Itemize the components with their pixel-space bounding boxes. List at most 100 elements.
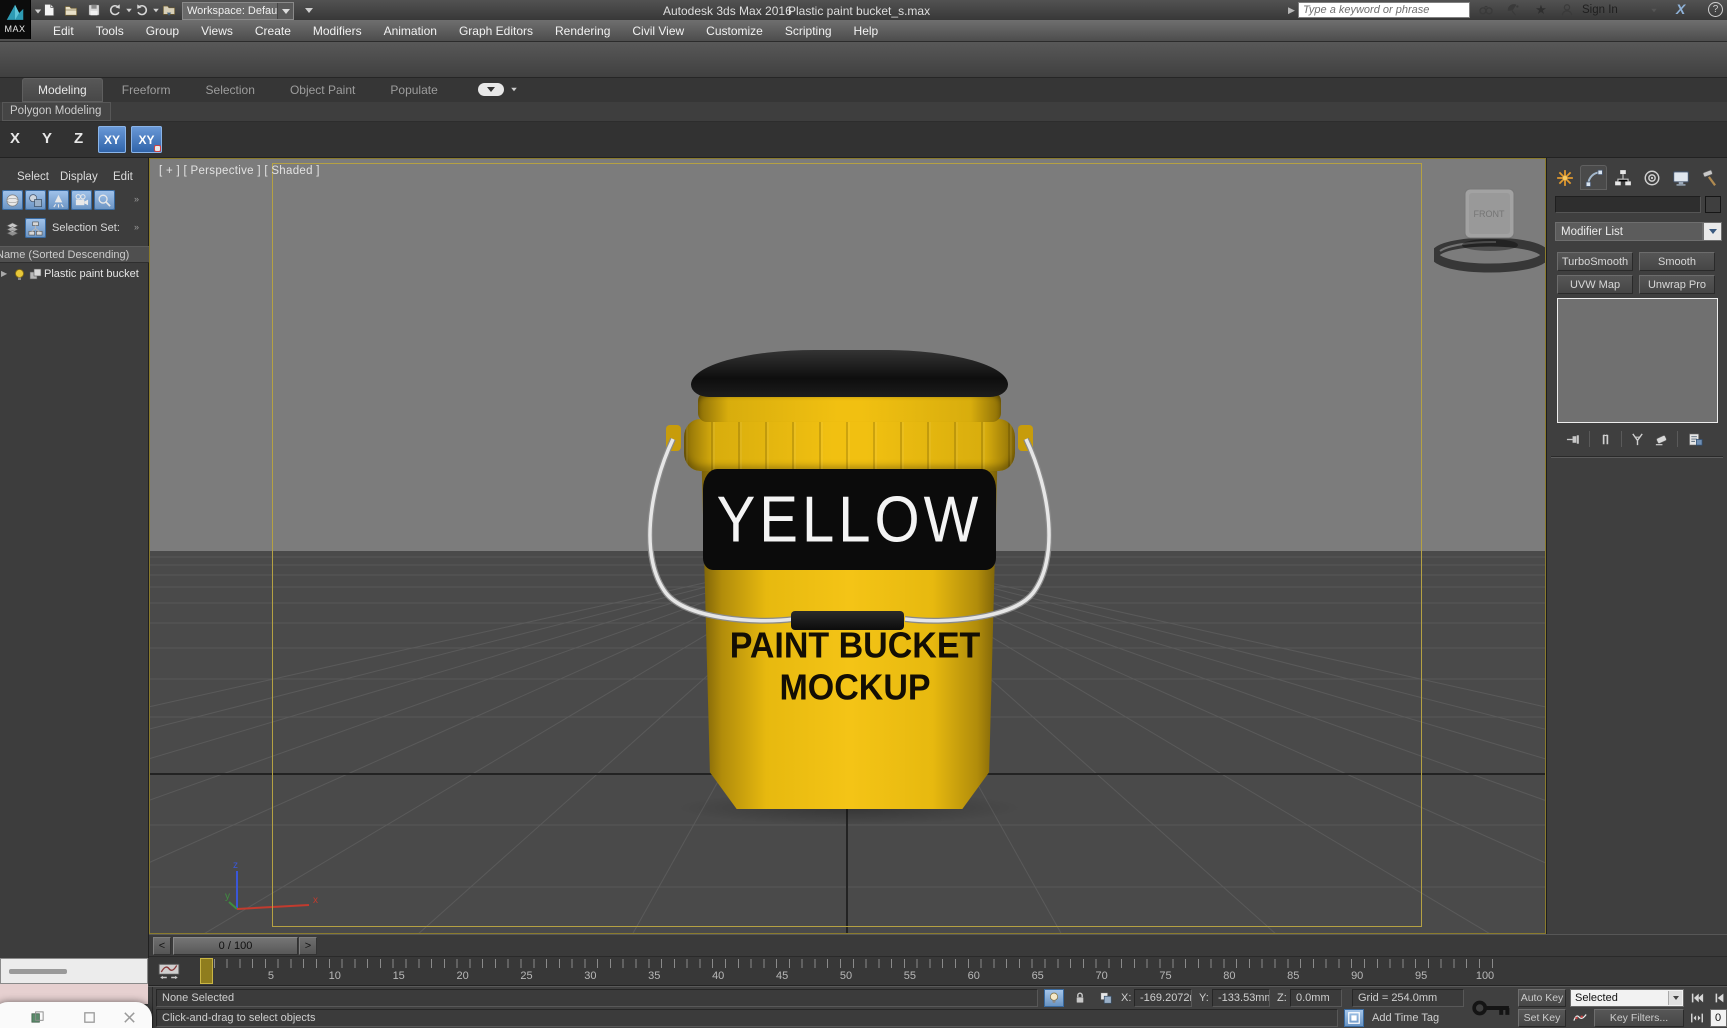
constraint-y-button[interactable]: Y — [42, 130, 52, 147]
menu-item[interactable]: Group — [135, 20, 190, 42]
set-key-button[interactable]: Set Key — [1518, 1009, 1566, 1027]
user-icon[interactable] — [1556, 2, 1578, 18]
viewport-label[interactable]: [ + ] [ Perspective ] [ Shaded ] — [159, 165, 320, 177]
uvw-map-button[interactable]: UVW Map — [1557, 275, 1633, 294]
previous-frame-playback-button[interactable] — [1710, 989, 1727, 1007]
time-slider-handle[interactable]: 0 / 100 — [173, 937, 298, 955]
communication-center-icon[interactable] — [1502, 2, 1524, 18]
smooth-button[interactable]: Smooth — [1639, 252, 1715, 271]
tab-populate[interactable]: Populate — [374, 78, 453, 102]
app-logo[interactable]: MAX — [0, 0, 31, 39]
go-to-start-button[interactable] — [1688, 989, 1706, 1007]
search-icon[interactable] — [1475, 2, 1497, 18]
modifier-stack-list[interactable] — [1557, 298, 1718, 423]
new-file-button[interactable] — [40, 2, 58, 18]
auto-key-button[interactable]: Auto Key — [1518, 989, 1566, 1007]
remove-modifier-button[interactable] — [1651, 430, 1671, 448]
tab-motion-icon[interactable] — [1638, 165, 1665, 190]
capture-image-icon[interactable] — [28, 1008, 46, 1026]
show-end-result-button[interactable] — [1595, 430, 1615, 448]
perspective-viewport[interactable]: [ + ] [ Perspective ] [ Shaded ] FRONT Y… — [149, 158, 1546, 934]
y-coord-field[interactable]: -133.53mm — [1212, 989, 1270, 1007]
constraint-xy-button[interactable]: XY — [98, 126, 126, 153]
set-keys-key-icon[interactable] — [1472, 997, 1512, 1019]
menu-item[interactable]: Animation — [373, 20, 448, 42]
save-file-button[interactable] — [85, 2, 103, 18]
tab-selection[interactable]: Selection — [190, 78, 271, 102]
polygon-modeling-panel-label[interactable]: Polygon Modeling — [2, 102, 112, 121]
sort-by-layer-toggle[interactable] — [2, 218, 23, 238]
constraint-xy-lock-button[interactable]: XY — [131, 126, 162, 153]
scene-object-row[interactable]: ▶ Plastic paint bucket — [0, 266, 149, 283]
display-helpers-toggle[interactable] — [94, 190, 115, 210]
undo-button[interactable] — [106, 2, 124, 18]
x-coord-field[interactable]: -169.2072mm — [1134, 989, 1192, 1007]
make-unique-button[interactable] — [1627, 430, 1647, 448]
ribbon-options-caret[interactable] — [511, 87, 517, 92]
current-frame-field[interactable]: 0 — [1710, 1009, 1727, 1027]
tab-freeform[interactable]: Freeform — [106, 78, 187, 102]
display-cameras-toggle[interactable] — [71, 190, 92, 210]
menu-item[interactable]: Rendering — [544, 20, 621, 42]
absolute-offset-mode-toggle[interactable] — [1096, 989, 1116, 1007]
next-frame-button[interactable]: > — [299, 937, 317, 955]
display-geometry-toggle[interactable] — [2, 190, 23, 210]
menu-item[interactable]: Edit — [42, 20, 85, 42]
add-time-tag-button[interactable]: Add Time Tag — [1372, 1012, 1439, 1024]
modifier-list-dropdown[interactable]: Modifier List — [1555, 222, 1703, 241]
tab-select[interactable]: Select — [17, 171, 49, 183]
display-lights-toggle[interactable] — [48, 190, 69, 210]
menu-item[interactable]: Help — [843, 20, 890, 42]
menu-item[interactable]: Create — [244, 20, 302, 42]
row2-expand-chevrons[interactable]: » — [134, 222, 139, 232]
key-filters-button[interactable]: Key Filters... — [1594, 1009, 1684, 1027]
constraint-z-button[interactable]: Z — [74, 130, 83, 147]
tab-modify-icon[interactable] — [1580, 165, 1607, 190]
isolate-selection-toggle[interactable] — [1044, 989, 1064, 1007]
tab-display[interactable]: Display — [60, 171, 98, 183]
undo-dropdown-caret[interactable] — [126, 8, 132, 13]
open-mini-curve-editor-button[interactable] — [153, 960, 185, 983]
open-file-button[interactable] — [62, 2, 80, 18]
menu-item[interactable]: Scripting — [774, 20, 843, 42]
z-coord-field[interactable]: 0.0mm — [1290, 989, 1342, 1007]
constraint-x-button[interactable]: X — [10, 130, 20, 147]
key-mode-toggle[interactable] — [1688, 1009, 1706, 1027]
qat-overflow-button[interactable] — [300, 2, 318, 18]
menu-item[interactable]: Views — [190, 20, 244, 42]
workspace-dropdown[interactable]: Workspace: Default — [182, 2, 294, 20]
sign-in-button[interactable]: Sign In — [1582, 4, 1618, 16]
tab-hierarchy-icon[interactable] — [1609, 165, 1636, 190]
close-icon[interactable] — [120, 1008, 138, 1026]
ribbon-minimize-button[interactable] — [478, 83, 504, 96]
overlay-capture-toolbar[interactable] — [0, 1002, 152, 1028]
tab-modeling[interactable]: Modeling — [22, 78, 103, 102]
object-name[interactable]: Plastic paint bucket — [44, 268, 139, 280]
scrollbar-thumb[interactable] — [9, 969, 67, 974]
row-expand-chevrons[interactable]: » — [134, 194, 139, 204]
explorer-horizontal-scrollbar[interactable] — [0, 958, 148, 984]
previous-frame-button[interactable]: < — [153, 937, 171, 955]
app-menu-caret[interactable] — [34, 9, 42, 14]
tab-create-icon[interactable] — [1551, 165, 1578, 190]
redo-button[interactable] — [133, 2, 151, 18]
sort-by-hierarchy-toggle[interactable] — [25, 218, 46, 238]
current-frame-marker[interactable] — [200, 958, 213, 984]
tab-edit[interactable]: Edit — [113, 171, 133, 183]
menu-item[interactable]: Tools — [85, 20, 135, 42]
maximize-icon[interactable] — [80, 1008, 98, 1026]
unwrap-pro-button[interactable]: Unwrap Pro — [1639, 275, 1715, 294]
turbosmooth-button[interactable]: TurboSmooth — [1557, 252, 1633, 271]
sign-in-caret[interactable] — [1651, 8, 1657, 13]
key-filter-selected-dropdown[interactable]: Selected — [1570, 989, 1684, 1007]
display-shapes-toggle[interactable] — [25, 190, 46, 210]
help-icon[interactable]: ? — [1708, 2, 1723, 17]
time-tag-icon[interactable] — [1344, 1009, 1364, 1027]
menu-item[interactable]: Civil View — [621, 20, 695, 42]
expand-arrow-icon[interactable]: ▶ — [1, 269, 7, 278]
menu-item[interactable]: Customize — [695, 20, 774, 42]
selection-lock-toggle[interactable] — [1070, 989, 1090, 1007]
menu-item[interactable]: Modifiers — [302, 20, 373, 42]
configure-modifier-sets-button[interactable] — [1685, 430, 1705, 448]
tab-object-paint[interactable]: Object Paint — [274, 78, 371, 102]
